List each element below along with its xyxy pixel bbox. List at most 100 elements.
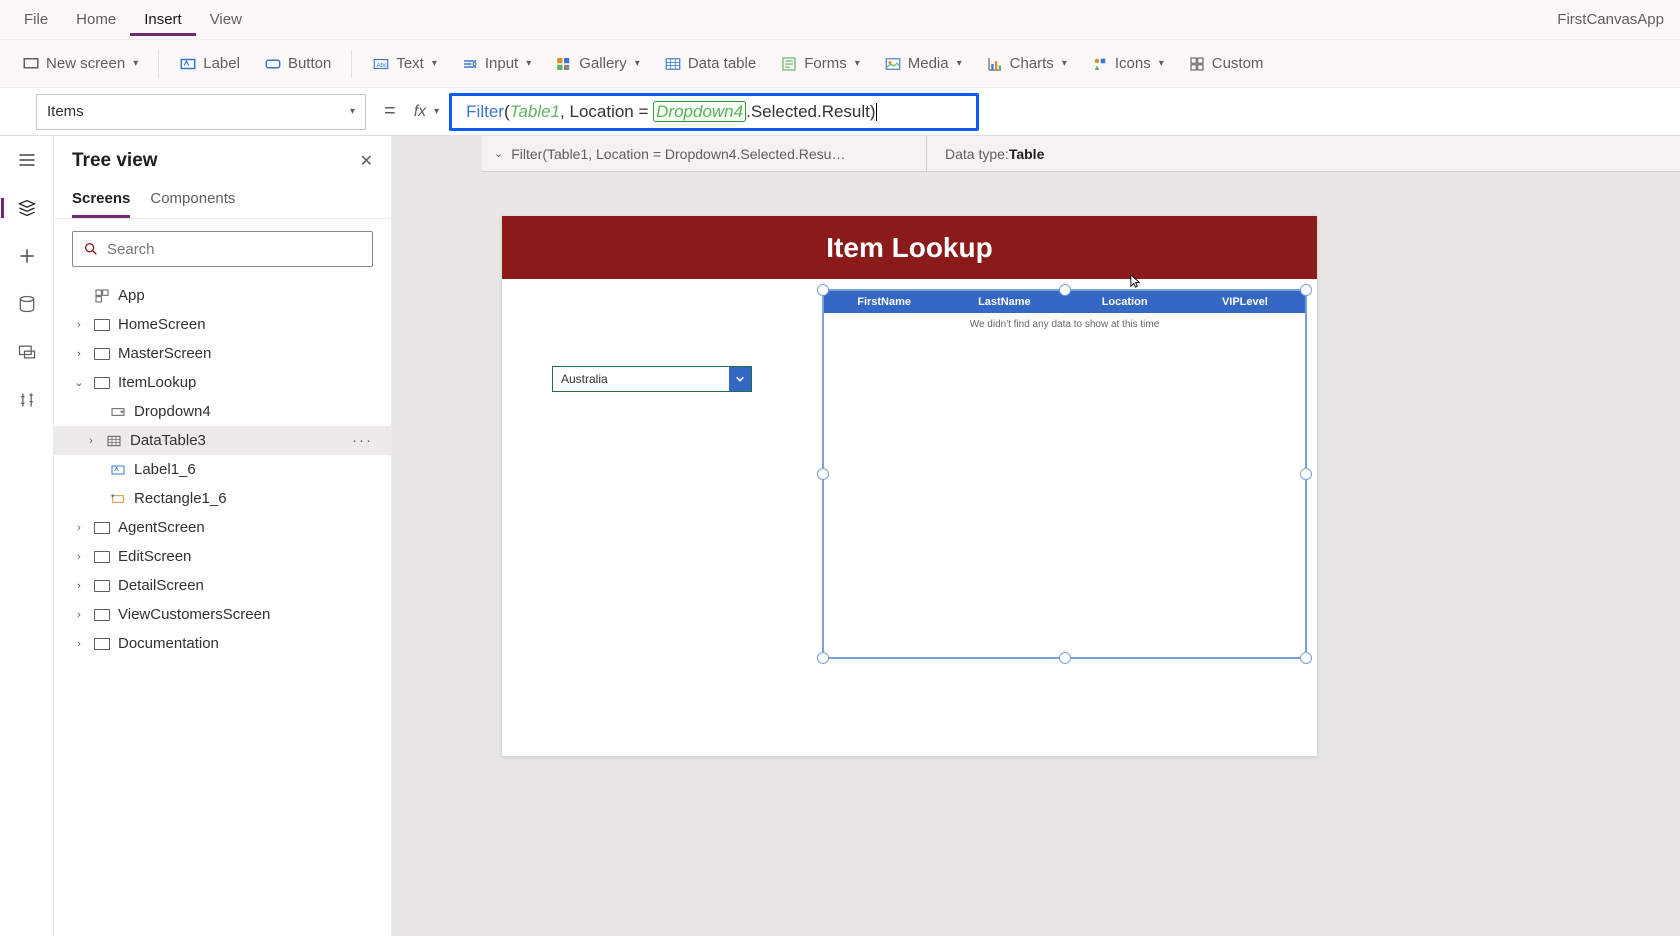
screen-icon [94, 580, 110, 592]
custom-label: Custom [1212, 55, 1264, 72]
label-label: Label [203, 55, 240, 72]
selection-handle[interactable] [1300, 652, 1312, 664]
chevron-right-icon[interactable]: › [84, 435, 98, 447]
chevron-down-icon [735, 374, 745, 384]
dropdown-chevron-button[interactable] [729, 367, 751, 391]
tree-node-agentscreen[interactable]: › AgentScreen [54, 513, 391, 542]
tree-tabs: Screens Components [54, 182, 391, 219]
tree-node-label1_6[interactable]: Label1_6 [54, 455, 391, 484]
new-screen-button[interactable]: New screen ▾ [12, 49, 148, 79]
data-icon[interactable] [17, 294, 37, 314]
tree-node-viewcustomersscreen[interactable]: › ViewCustomersScreen [54, 600, 391, 629]
menu-home[interactable]: Home [62, 3, 130, 36]
tree-node-homescreen[interactable]: › HomeScreen [54, 310, 391, 339]
close-icon[interactable]: ✕ [360, 151, 373, 171]
column-header[interactable]: Location [1065, 291, 1185, 313]
selection-handle[interactable] [1059, 284, 1071, 296]
screen-icon [94, 522, 110, 534]
new-screen-label: New screen [46, 55, 125, 72]
chevron-right-icon[interactable]: › [72, 348, 86, 360]
tree-node-app[interactable]: App [54, 281, 391, 310]
custom-button[interactable]: Custom [1178, 49, 1274, 79]
column-header[interactable]: FirstName [824, 291, 944, 313]
data-table-control[interactable]: FirstName LastName Location VIPLevel We … [822, 289, 1307, 659]
chevron-down-icon[interactable]: ⌄ [72, 376, 86, 389]
chevron-down-icon: ▾ [526, 58, 531, 69]
tree-node-label: ItemLookup [118, 374, 196, 391]
input-icon [461, 55, 479, 73]
tree-search-box[interactable] [72, 231, 373, 267]
menu-view[interactable]: View [196, 3, 256, 36]
button-button[interactable]: Button [254, 49, 341, 79]
gallery-icon [555, 55, 573, 73]
selection-handle[interactable] [1300, 284, 1312, 296]
tree-node-label: HomeScreen [118, 316, 206, 333]
chevron-right-icon[interactable]: › [72, 638, 86, 650]
label-button[interactable]: Label [169, 49, 250, 79]
advanced-tools-icon[interactable] [17, 390, 37, 410]
formula-token: .Selected.Result [746, 102, 870, 121]
tab-screens[interactable]: Screens [72, 182, 130, 218]
selection-handle[interactable] [1059, 652, 1071, 664]
tree-node-documentation[interactable]: › Documentation [54, 629, 391, 658]
forms-button[interactable]: Forms ▾ [770, 49, 870, 79]
chevron-right-icon[interactable]: › [72, 319, 86, 331]
column-header[interactable]: LastName [944, 291, 1064, 313]
more-icon[interactable]: ··· [352, 432, 373, 449]
tree-node-dropdown4[interactable]: Dropdown4 [54, 397, 391, 426]
chevron-right-icon[interactable]: › [72, 609, 86, 621]
text-cursor [876, 103, 877, 121]
screen-icon [94, 609, 110, 621]
tree-node-label: EditScreen [118, 548, 191, 565]
data-type-value: Table [1009, 146, 1045, 162]
menu-file[interactable]: File [10, 3, 62, 36]
tree-node-label: DataTable3 [130, 432, 206, 449]
property-selector[interactable]: Items ▾ [36, 94, 366, 130]
tree-search-wrap [54, 219, 391, 279]
icons-icon [1091, 55, 1109, 73]
chevron-down-icon[interactable]: ▾ [434, 106, 439, 117]
selection-handle[interactable] [817, 284, 829, 296]
tree-search-input[interactable] [107, 241, 362, 258]
text-button[interactable]: Abc Text ▾ [362, 49, 447, 79]
tree-node-masterscreen[interactable]: › MasterScreen [54, 339, 391, 368]
tab-components[interactable]: Components [150, 182, 235, 218]
gallery-button[interactable]: Gallery ▾ [545, 49, 650, 79]
data-table-button[interactable]: Data table [654, 49, 766, 79]
charts-button[interactable]: Charts ▾ [976, 49, 1077, 79]
app-title: FirstCanvasApp [1557, 11, 1670, 28]
tree-node-label: AgentScreen [118, 519, 205, 536]
selection-handle[interactable] [817, 468, 829, 480]
chevron-down-icon: ▾ [1062, 58, 1067, 69]
gallery-label: Gallery [579, 55, 627, 72]
menu-insert[interactable]: Insert [130, 3, 196, 36]
svg-text:Abc: Abc [377, 63, 387, 69]
column-header[interactable]: VIPLevel [1185, 291, 1305, 313]
screen-icon [94, 377, 110, 389]
media-panel-icon[interactable] [17, 342, 37, 362]
tree-node-datatable3[interactable]: › DataTable3 ··· [54, 426, 391, 455]
icons-button[interactable]: Icons ▾ [1081, 49, 1174, 79]
selection-handle[interactable] [817, 652, 829, 664]
tree-node-itemlookup[interactable]: ⌄ ItemLookup [54, 368, 391, 397]
tree-node-detailscreen[interactable]: › DetailScreen [54, 571, 391, 600]
formula-input[interactable]: Filter(Table1, Location = Dropdown4.Sele… [449, 93, 979, 131]
app-canvas[interactable]: Item Lookup Australia FirstName LastName… [502, 216, 1317, 756]
media-label: Media [908, 55, 949, 72]
tree-view-icon[interactable] [17, 198, 37, 218]
tree-node-editscreen[interactable]: › EditScreen [54, 542, 391, 571]
screen-icon [94, 319, 110, 331]
chevron-right-icon[interactable]: › [72, 522, 86, 534]
chevron-right-icon[interactable]: › [72, 551, 86, 563]
chevron-right-icon[interactable]: › [72, 580, 86, 592]
input-button[interactable]: Input ▾ [451, 49, 541, 79]
media-button[interactable]: Media ▾ [874, 49, 972, 79]
tree-node-rectangle1_6[interactable]: Rectangle1_6 [54, 484, 391, 513]
tree-node-label: MasterScreen [118, 345, 211, 362]
dropdown-control[interactable]: Australia [552, 366, 752, 392]
add-icon[interactable] [17, 246, 37, 266]
formula-result-text: Filter(Table1, Location = Dropdown4.Sele… [511, 146, 845, 162]
hamburger-icon[interactable] [17, 150, 37, 170]
formula-result-summary[interactable]: ⌄ Filter(Table1, Location = Dropdown4.Se… [482, 136, 927, 171]
selection-handle[interactable] [1300, 468, 1312, 480]
